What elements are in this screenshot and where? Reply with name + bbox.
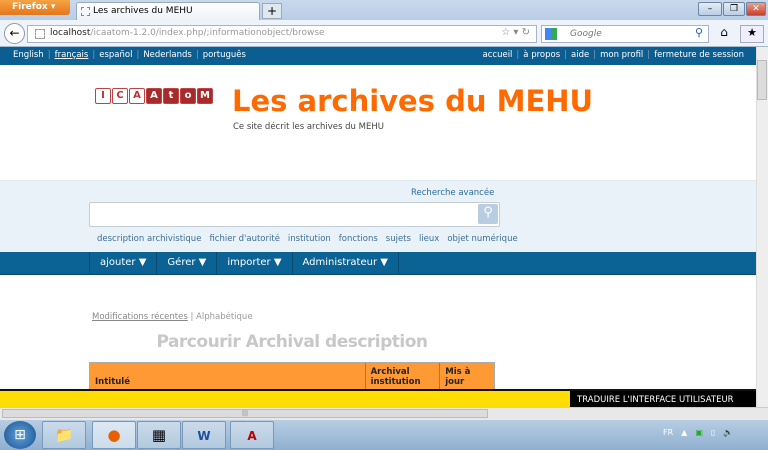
- page-heading: Parcourir Archival description: [156, 332, 428, 352]
- show-hidden-icons[interactable]: ▲: [681, 428, 687, 437]
- start-button[interactable]: ⊞: [4, 421, 36, 449]
- link-accueil[interactable]: accueil: [481, 50, 515, 60]
- taskbar-control-panel[interactable]: ▦: [137, 421, 181, 449]
- google-icon: [545, 28, 557, 40]
- acrobat-icon: A: [247, 429, 257, 443]
- advanced-search-link[interactable]: Recherche avancée: [411, 188, 494, 198]
- vertical-scrollbar[interactable]: [756, 47, 768, 407]
- link-a-propos[interactable]: à propos: [521, 50, 562, 60]
- lang-espanol[interactable]: español: [97, 50, 134, 60]
- browse-institution[interactable]: institution: [288, 234, 331, 244]
- taskbar-word[interactable]: W: [182, 421, 226, 449]
- menu-administrateur[interactable]: Administrateur ▼: [291, 252, 399, 275]
- browse-subjects[interactable]: sujets: [386, 234, 411, 244]
- web-search-input[interactable]: Google ⚲: [541, 25, 709, 43]
- dropdown-icon[interactable]: ▾: [513, 27, 518, 38]
- vertical-scroll-thumb[interactable]: [757, 60, 767, 100]
- menu-gerer[interactable]: Gérer ▼: [156, 252, 216, 275]
- volume-icon[interactable]: 🔊: [723, 428, 733, 437]
- firefox-menu-button[interactable]: Firefox ▾: [0, 0, 70, 15]
- search-icon: ⚲: [483, 205, 493, 220]
- col-intitule[interactable]: Intitulé: [90, 363, 366, 389]
- site-description: Ce site décrit les archives du MEHU: [233, 122, 384, 132]
- link-logout[interactable]: fermeture de session: [652, 50, 746, 60]
- reload-icon[interactable]: ↻: [522, 27, 530, 38]
- browse-places[interactable]: lieux: [419, 234, 439, 244]
- browse-digital-object[interactable]: objet numérique: [447, 234, 517, 244]
- taskbar-firefox[interactable]: ●: [92, 421, 136, 449]
- sort-alphabetic[interactable]: Alphabétique: [196, 312, 253, 322]
- minimize-button[interactable]: –: [698, 2, 722, 16]
- menu-ajouter[interactable]: ajouter ▼: [89, 252, 156, 275]
- search-icon[interactable]: ⚲: [695, 26, 703, 39]
- windows-icon: ⊞: [14, 427, 26, 443]
- language-indicator[interactable]: FR: [663, 428, 673, 437]
- folder-icon: 📁: [54, 426, 74, 444]
- results-table-header: Intitulé Archival institution Mis à jour: [89, 362, 495, 390]
- horizontal-scroll-thumb[interactable]: |||: [2, 409, 488, 418]
- firefox-icon: ●: [107, 426, 121, 444]
- app-tray-icon[interactable]: ▣: [695, 428, 703, 437]
- site-title[interactable]: Les archives du MEHU: [232, 84, 593, 118]
- home-icon: ⌂: [720, 25, 728, 39]
- lang-english[interactable]: English: [11, 50, 46, 60]
- main-menu-bar: ajouter ▼ Gérer ▼ importer ▼ Administrat…: [0, 252, 756, 275]
- back-button[interactable]: ←: [4, 23, 25, 44]
- url-bar[interactable]: localhost/icaatom-1.2.0/index.php/;infor…: [27, 25, 537, 43]
- link-aide[interactable]: aide: [569, 50, 591, 60]
- sort-recent-link[interactable]: Modifications récentes: [92, 312, 188, 322]
- maximize-button[interactable]: ❐: [723, 2, 745, 16]
- taskbar-explorer[interactable]: 📁: [42, 421, 86, 449]
- browse-links: description archivistique fichier d'auto…: [97, 234, 518, 244]
- col-mis-a-jour[interactable]: Mis à jour: [440, 363, 494, 389]
- translate-interface-button[interactable]: TRADUIRE L'INTERFACE UTILISATEUR: [570, 389, 756, 407]
- battery-icon[interactable]: ▯: [711, 428, 715, 437]
- lang-portugues[interactable]: português: [201, 50, 248, 60]
- browse-authority[interactable]: fichier d'autorité: [209, 234, 279, 244]
- site-identity-icon: [35, 29, 45, 39]
- system-tray: FR ▲ ▣ ▯ 🔊: [663, 428, 733, 437]
- close-button[interactable]: ✕: [746, 2, 766, 16]
- arrow-left-icon: ←: [9, 26, 20, 40]
- icaatom-logo[interactable]: ICAAtoM: [95, 88, 213, 104]
- control-panel-icon: ▦: [151, 426, 167, 444]
- home-button[interactable]: ⌂: [713, 25, 735, 43]
- page-icon: [81, 7, 90, 16]
- browser-tab[interactable]: Les archives du MEHU: [76, 2, 260, 20]
- lang-nederlands[interactable]: Nederlands: [141, 50, 194, 60]
- sort-links: Modifications récentes | Alphabétique: [92, 312, 253, 322]
- language-bar: English | français | español | Nederlands | port…: [0, 47, 756, 65]
- new-tab-button[interactable]: +: [262, 3, 282, 19]
- col-archival-institution[interactable]: Archival institution: [366, 363, 441, 389]
- bookmarks-button[interactable]: ★: [740, 25, 764, 43]
- search-input[interactable]: [89, 202, 500, 227]
- star-icon[interactable]: ☆: [501, 27, 510, 38]
- link-mon-profil[interactable]: mon profil: [598, 50, 645, 60]
- menu-importer[interactable]: importer ▼: [216, 252, 291, 275]
- taskbar-acrobat[interactable]: A: [230, 421, 274, 449]
- bookmark-icon: ★: [747, 26, 757, 39]
- lang-francais[interactable]: français: [53, 50, 91, 60]
- word-icon: W: [197, 429, 211, 443]
- browse-description[interactable]: description archivistique: [97, 234, 201, 244]
- browse-functions[interactable]: fonctions: [339, 234, 378, 244]
- search-button[interactable]: ⚲: [478, 204, 498, 224]
- user-links: accueil | à propos | aide | mon profil | fermetu…: [481, 50, 746, 60]
